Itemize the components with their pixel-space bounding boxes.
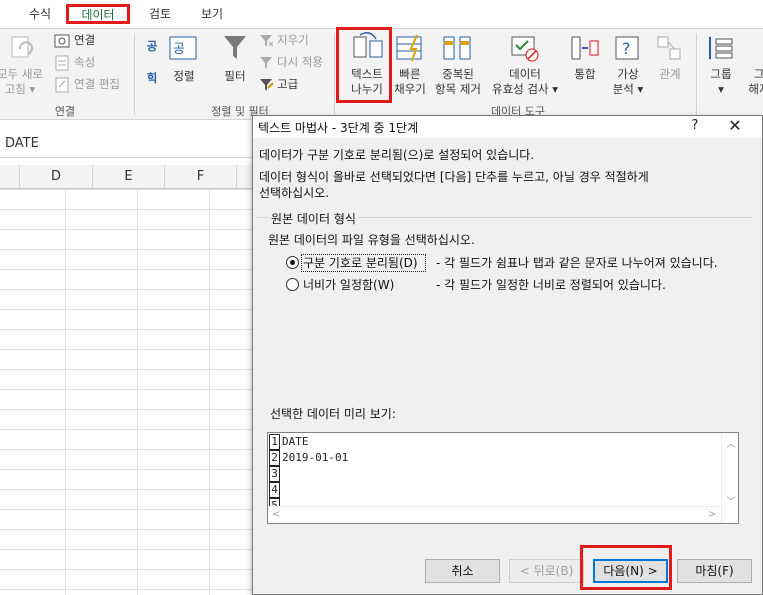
filter-button[interactable]: 필터 bbox=[218, 69, 252, 84]
edit-links-icon bbox=[55, 77, 69, 93]
properties-icon bbox=[55, 55, 69, 71]
advanced-button[interactable]: 고급 bbox=[277, 75, 298, 93]
tab-formulas[interactable]: 수식 bbox=[20, 4, 60, 24]
help-button[interactable]: ? bbox=[687, 118, 703, 133]
option-delimited-description: - 각 필드가 쉼표나 탭과 같은 문자로 나누어져 있습니다. bbox=[436, 256, 718, 270]
close-icon[interactable]: ✕ bbox=[725, 116, 745, 135]
data-validation-button[interactable]: 데이터 유효성 검사 ▾ bbox=[488, 67, 562, 97]
connections-icon bbox=[54, 34, 70, 48]
group-separator bbox=[134, 33, 135, 115]
consolidate-button[interactable]: 통합 bbox=[568, 67, 602, 82]
remove-duplicates-icon bbox=[443, 36, 471, 60]
preview-row-number: 3 bbox=[269, 466, 280, 482]
highlight-next-button bbox=[580, 545, 672, 590]
clear-button[interactable]: 지우기 bbox=[277, 31, 309, 49]
data-preview-box[interactable]: 1 DATE 2 2019-01-01 3 4 5 ︿ ﹀ < > bbox=[267, 432, 739, 524]
advanced-filter-icon bbox=[260, 79, 274, 91]
tab-review[interactable]: 검토 bbox=[140, 4, 180, 24]
preview-row-number: 2 bbox=[269, 450, 280, 466]
ribbon-tab-bar: 수식 데이터 검토 보기 bbox=[0, 0, 763, 28]
sort-icon: 공 bbox=[169, 36, 197, 60]
dialog-info-line-2: 데이터 형식이 올바로 선택되었다면 [다음] 단추를 누르고, 아닐 경우 적… bbox=[259, 170, 649, 184]
preview-row-value: DATE bbox=[282, 435, 309, 448]
consolidate-icon bbox=[571, 36, 599, 60]
scroll-left-icon[interactable]: < bbox=[272, 509, 280, 520]
dialog-title: 텍스트 마법사 - 3단계 중 1단계 bbox=[258, 121, 419, 135]
scroll-up-icon[interactable]: ︿ bbox=[726, 435, 736, 450]
flash-fill-button[interactable]: 빠른 채우기 bbox=[390, 67, 430, 97]
tab-view[interactable]: 보기 bbox=[192, 4, 232, 24]
preview-horizontal-scrollbar[interactable]: < > bbox=[268, 506, 721, 523]
option-fixed-width-label[interactable]: 너비가 일정함(W) bbox=[303, 277, 394, 293]
properties-button[interactable]: 속성 bbox=[74, 53, 95, 71]
radio-delimited[interactable] bbox=[286, 256, 299, 269]
option-fixed-width-description: - 각 필드가 일정한 너비로 정렬되어 있습니다. bbox=[436, 278, 666, 292]
data-validation-icon bbox=[511, 36, 539, 62]
preview-label: 선택한 데이터 미리 보기: bbox=[270, 407, 396, 421]
edit-links-button[interactable]: 연결 편집 bbox=[74, 75, 120, 93]
remove-duplicates-button[interactable]: 중복된 항목 제거 bbox=[432, 67, 484, 97]
flash-fill-icon bbox=[396, 34, 422, 62]
relationships-icon bbox=[657, 36, 681, 60]
back-button[interactable]: < 뒤로(B) bbox=[509, 559, 584, 583]
group-title: 원본 데이터 형식 bbox=[269, 210, 358, 227]
sort-az-button[interactable]: 공 bbox=[143, 39, 161, 54]
group-button[interactable]: 그룹 ▾ bbox=[702, 67, 740, 97]
highlight-text-to-columns bbox=[336, 27, 392, 103]
filter-icon bbox=[224, 36, 246, 59]
reapply-button[interactable]: 다시 적용 bbox=[277, 53, 323, 71]
column-header-e[interactable]: E bbox=[93, 165, 165, 189]
column-header-f[interactable]: F bbox=[165, 165, 237, 189]
svg-text:?: ? bbox=[622, 39, 631, 58]
scroll-right-icon[interactable]: > bbox=[708, 509, 716, 520]
dialog-info-line-3: 선택하십시오. bbox=[259, 186, 330, 200]
formula-bar-value: DATE bbox=[5, 136, 39, 151]
group-label-connections: 연결 bbox=[54, 105, 76, 118]
preview-vertical-scrollbar[interactable]: ︿ ﹀ bbox=[721, 433, 738, 523]
worksheet-grid[interactable] bbox=[0, 189, 260, 595]
dialog-title-bar[interactable]: 텍스트 마법사 - 3단계 중 1단계 ? ✕ bbox=[253, 116, 762, 138]
what-if-analysis-button[interactable]: 가상 분석 ▾ bbox=[608, 67, 648, 97]
group-prompt: 원본 데이터의 파일 유형을 선택하십시오. bbox=[268, 233, 475, 247]
connections-button[interactable]: 연결 bbox=[74, 31, 95, 49]
column-header-d[interactable]: D bbox=[20, 165, 93, 189]
what-if-analysis-icon: ? bbox=[615, 36, 639, 60]
dialog-info-line-1: 데이터가 구분 기호로 분리됨(으)로 설정되어 있습니다. bbox=[259, 148, 535, 162]
ribbon: 모두 새로 고침 ▾ 연결 속성 연결 편집 연결 공 힉 공 정렬 필터 지우기… bbox=[0, 27, 763, 120]
sort-za-button[interactable]: 힉 bbox=[143, 71, 161, 86]
preview-row-number: 4 bbox=[269, 482, 280, 498]
cancel-button[interactable]: 취소 bbox=[425, 559, 500, 583]
refresh-all-icon bbox=[11, 36, 33, 58]
option-delimited-label[interactable]: 구분 기호로 분리됨(D) bbox=[303, 255, 418, 271]
group-icon bbox=[709, 37, 733, 59]
group-separator bbox=[696, 33, 697, 115]
group-separator bbox=[334, 33, 335, 115]
preview-row-value: 2019-01-01 bbox=[282, 451, 349, 464]
radio-fixed-width[interactable] bbox=[286, 278, 299, 291]
sort-button[interactable]: 정렬 bbox=[166, 69, 202, 84]
svg-text:공: 공 bbox=[173, 42, 185, 57]
reapply-icon bbox=[260, 57, 272, 69]
scroll-down-icon[interactable]: ﹀ bbox=[726, 493, 736, 508]
finish-button[interactable]: 마침(F) bbox=[677, 559, 752, 583]
ungroup-button[interactable]: 그해지 bbox=[744, 67, 763, 97]
clear-filter-icon bbox=[260, 35, 274, 47]
select-all-corner[interactable] bbox=[0, 165, 20, 189]
tab-data[interactable]: 데이터 bbox=[66, 4, 130, 24]
text-import-wizard-dialog: 텍스트 마법사 - 3단계 중 1단계 ? ✕ 데이터가 구분 기호로 분리됨(… bbox=[252, 115, 763, 595]
refresh-all-button[interactable]: 모두 새로 고침 ▾ bbox=[0, 67, 48, 97]
preview-row-number: 1 bbox=[269, 434, 280, 450]
relationships-button[interactable]: 관계 bbox=[652, 67, 688, 82]
radio-selected-dot bbox=[290, 260, 295, 265]
